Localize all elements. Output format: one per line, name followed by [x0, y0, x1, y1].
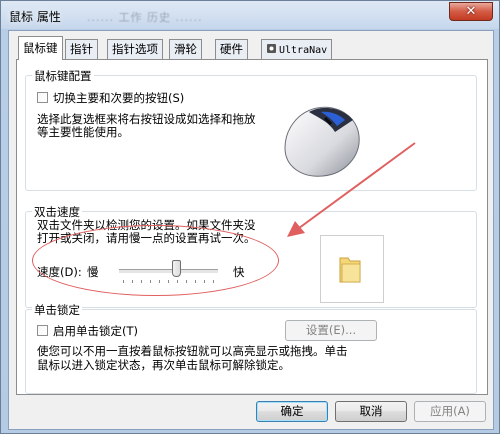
tab-ultranav[interactable]: UltraNav: [261, 39, 333, 59]
ultranav-icon: [267, 44, 276, 53]
window-frame: 鼠标 属性 ...... 工作 历史 ...... ✕ 鼠标键 指针 指针选项 …: [0, 0, 500, 434]
group-title: 单击锁定: [32, 302, 82, 318]
tab-label: 滑轮: [174, 42, 197, 56]
background-caption: ...... 工作 历史 ......: [87, 11, 203, 24]
close-button[interactable]: ✕: [449, 2, 493, 21]
tab-label: UltraNav: [279, 45, 328, 56]
click-lock-description-line2: 鼠标以进入锁定状态，再次单击鼠标可解除锁定。: [37, 358, 290, 372]
window-title: 鼠标 属性: [9, 10, 61, 24]
annotation-arrow: [287, 142, 416, 237]
button-label: 确定: [280, 404, 304, 418]
cancel-button[interactable]: 取消: [335, 401, 407, 422]
button-label: 取消: [359, 404, 383, 418]
click-lock-checkbox[interactable]: [37, 325, 48, 336]
annotation-ellipse: [32, 225, 279, 296]
tab-hardware[interactable]: 硬件: [215, 39, 248, 59]
title-bar[interactable]: 鼠标 属性 ...... 工作 历史 ...... ✕: [1, 1, 499, 29]
ok-button[interactable]: 确定: [256, 401, 328, 422]
swap-buttons-label[interactable]: 切换主要和次要的按钮(S): [53, 90, 184, 106]
apply-button[interactable]: 应用(A): [414, 401, 486, 422]
button-label: 设置(E)...: [305, 323, 357, 337]
tab-label: 指针选项: [112, 42, 158, 56]
tab-mouse-buttons[interactable]: 鼠标键: [18, 36, 63, 60]
swap-description-line2: 等主要性能使用。: [37, 125, 129, 139]
test-folder-area[interactable]: [320, 235, 384, 303]
tab-wheel[interactable]: 滑轮: [169, 39, 202, 59]
folder-icon: [339, 257, 361, 283]
tab-label: 指针: [70, 42, 93, 56]
tab-label: 硬件: [220, 42, 243, 56]
click-lock-settings-button[interactable]: 设置(E)...: [285, 320, 377, 341]
dialog-client: 鼠标键 指针 指针选项 滑轮 硬件 UltraNav 鼠标键配置 切换主要和次要…: [8, 30, 494, 430]
button-label: 应用(A): [430, 404, 470, 418]
group-title: 鼠标键配置: [32, 68, 94, 84]
close-icon: ✕: [465, 4, 477, 19]
click-lock-label[interactable]: 启用单击锁定(T): [53, 323, 138, 339]
tab-label: 鼠标键: [23, 41, 58, 55]
tab-pointers[interactable]: 指针: [65, 39, 98, 59]
swap-buttons-checkbox[interactable]: [37, 92, 48, 103]
tab-pointer-options[interactable]: 指针选项: [107, 39, 163, 59]
